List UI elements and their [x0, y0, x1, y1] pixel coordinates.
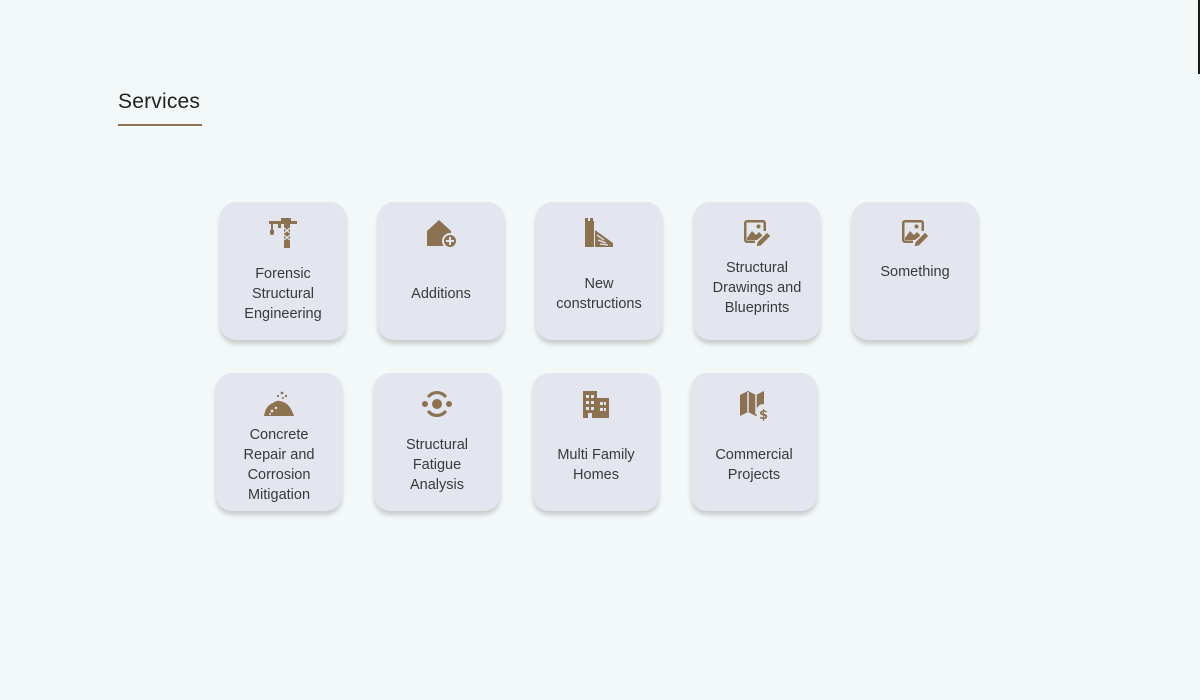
circular-orbit-icon	[420, 387, 454, 421]
concrete-pile-icon	[262, 387, 296, 421]
service-card-forensic-structural-engineering[interactable]: Forensic Structural Engineering	[220, 202, 346, 340]
service-card-new-constructions[interactable]: New constructions	[536, 202, 662, 340]
house-plus-icon	[424, 216, 458, 250]
building-under-construction-icon	[582, 216, 616, 250]
apartment-building-icon	[579, 387, 613, 421]
service-card-concrete-repair[interactable]: Concrete Repair and Corrosion Mitigation	[216, 373, 342, 511]
service-label: New constructions	[556, 276, 642, 312]
service-label: Concrete Repair and Corrosion Mitigation	[243, 427, 315, 503]
svg-text:$: $	[759, 408, 768, 421]
image-edit-icon	[898, 216, 932, 250]
service-card-structural-drawings[interactable]: Structural Drawings and Blueprints	[694, 202, 820, 340]
service-label: Structural Drawings and Blueprints	[712, 260, 802, 316]
service-label: Multi Family Homes	[557, 447, 635, 483]
service-label: Something	[880, 264, 950, 280]
tower-crane-icon	[266, 216, 300, 250]
title-underline	[118, 124, 202, 126]
service-label: Structural Fatigue Analysis	[405, 437, 469, 493]
image-edit-icon	[740, 216, 774, 250]
service-card-multi-family-homes[interactable]: Multi Family Homes	[533, 373, 659, 511]
service-card-additions[interactable]: Additions	[378, 202, 504, 340]
service-label: Commercial Projects	[715, 447, 793, 483]
service-card-something[interactable]: Something	[852, 202, 978, 340]
service-card-commercial-projects[interactable]: $ Commercial Projects	[691, 373, 817, 511]
service-card-structural-fatigue[interactable]: Structural Fatigue Analysis	[374, 373, 500, 511]
section-title: Services	[118, 90, 201, 113]
map-dollar-icon: $	[737, 387, 771, 421]
service-label: Additions	[411, 286, 471, 302]
service-label: Forensic Structural Engineering	[244, 266, 322, 322]
